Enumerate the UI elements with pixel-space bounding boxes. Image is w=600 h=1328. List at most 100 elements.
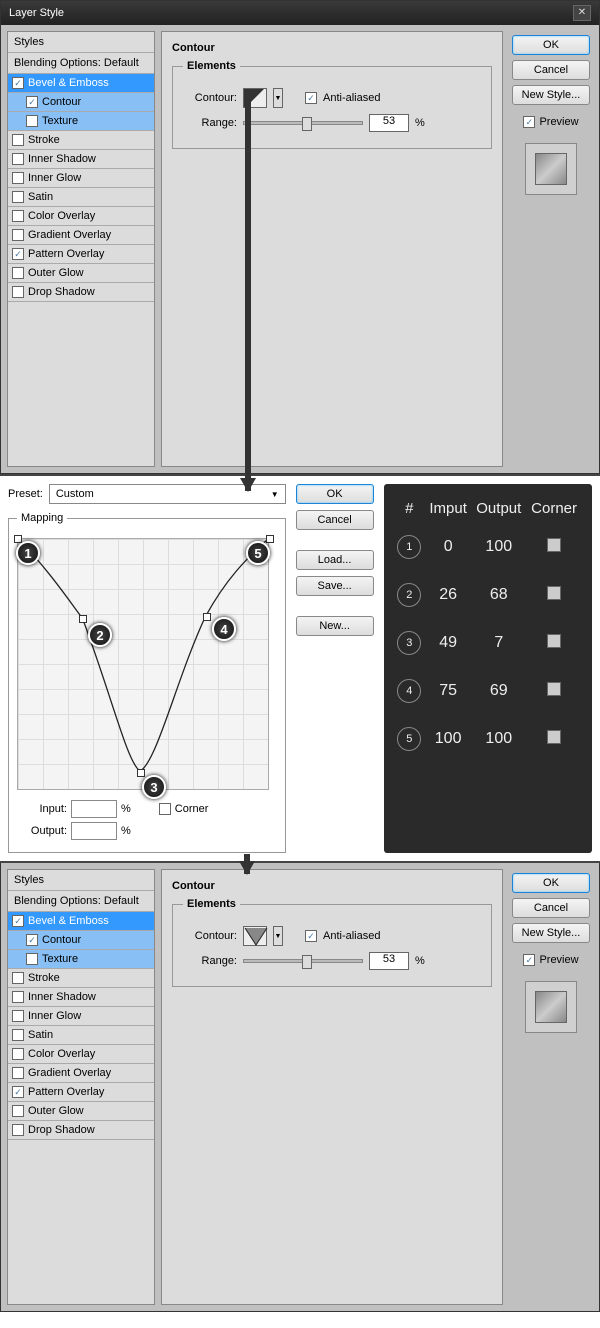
styles-header[interactable]: Styles	[8, 32, 154, 53]
style-pattern-overlay[interactable]: ✓Pattern Overlay	[8, 1083, 154, 1102]
layer-style-dialog-result: Styles Blending Options: Default ✓Bevel …	[0, 863, 600, 1312]
checkbox-icon[interactable]	[12, 267, 24, 279]
checkbox-icon[interactable]	[12, 1067, 24, 1079]
style-bevel-emboss[interactable]: ✓Bevel & Emboss	[8, 912, 154, 931]
checkbox-icon[interactable]: ✓	[26, 96, 38, 108]
style-contour[interactable]: ✓Contour	[8, 931, 154, 950]
contour-label: Contour:	[183, 92, 237, 104]
style-satin[interactable]: Satin	[8, 1026, 154, 1045]
mapping-fieldset: Mapping 1 2 3 4 5 Input: %	[8, 512, 286, 853]
style-stroke[interactable]: Stroke	[8, 131, 154, 150]
style-inner-shadow[interactable]: Inner Shadow	[8, 988, 154, 1007]
style-color-overlay[interactable]: Color Overlay	[8, 1045, 154, 1064]
range-input[interactable]: 53	[369, 114, 409, 132]
style-contour[interactable]: ✓Contour	[8, 93, 154, 112]
ok-button[interactable]: OK	[512, 35, 590, 55]
style-gradient-overlay[interactable]: Gradient Overlay	[8, 226, 154, 245]
style-stroke[interactable]: Stroke	[8, 969, 154, 988]
checkbox-icon[interactable]	[12, 1010, 24, 1022]
range-input[interactable]: 53	[369, 952, 409, 970]
checkbox-icon[interactable]	[12, 191, 24, 203]
style-inner-glow[interactable]: Inner Glow	[8, 1007, 154, 1026]
blending-options[interactable]: Blending Options: Default	[8, 53, 154, 74]
new-button[interactable]: New...	[296, 616, 374, 636]
style-inner-shadow[interactable]: Inner Shadow	[8, 150, 154, 169]
save-button[interactable]: Save...	[296, 576, 374, 596]
close-icon[interactable]: ✕	[573, 5, 591, 21]
chevron-down-icon[interactable]: ▼	[273, 88, 283, 108]
new-style-button[interactable]: New Style...	[512, 923, 590, 943]
style-drop-shadow[interactable]: Drop Shadow	[8, 1121, 154, 1140]
styles-header[interactable]: Styles	[8, 870, 154, 891]
checkbox-icon[interactable]	[12, 286, 24, 298]
output-field[interactable]	[71, 822, 117, 840]
corner-label: Corner	[175, 803, 209, 815]
checkbox-icon[interactable]	[12, 229, 24, 241]
checkbox-icon[interactable]: ✓	[26, 934, 38, 946]
curve-point[interactable]	[79, 615, 87, 623]
style-outer-glow[interactable]: Outer Glow	[8, 1102, 154, 1121]
blending-options[interactable]: Blending Options: Default	[8, 891, 154, 912]
checkbox-icon[interactable]	[12, 1124, 24, 1136]
curve-point[interactable]	[266, 535, 274, 543]
checkbox-icon[interactable]	[12, 1105, 24, 1117]
slider-thumb-icon[interactable]	[302, 117, 312, 131]
cancel-button[interactable]: Cancel	[512, 898, 590, 918]
load-button[interactable]: Load...	[296, 550, 374, 570]
checkbox-icon[interactable]: ✓	[12, 1086, 24, 1098]
new-style-button[interactable]: New Style...	[512, 85, 590, 105]
corner-checkbox[interactable]	[159, 803, 171, 815]
contour-preview[interactable]	[243, 926, 267, 946]
range-label: Range:	[183, 117, 237, 129]
style-texture[interactable]: Texture	[8, 950, 154, 969]
contour-section-title: Contour	[172, 42, 492, 54]
checkbox-icon[interactable]	[26, 953, 38, 965]
checkbox-icon[interactable]	[12, 972, 24, 984]
checkbox-icon[interactable]	[12, 991, 24, 1003]
checkbox-icon[interactable]: ✓	[12, 915, 24, 927]
curve-line	[18, 539, 268, 789]
preview-checkbox[interactable]: ✓	[523, 954, 535, 966]
checkbox-icon[interactable]: ✓	[12, 77, 24, 89]
curve-point[interactable]	[137, 769, 145, 777]
style-gradient-overlay[interactable]: Gradient Overlay	[8, 1064, 154, 1083]
checkbox-icon[interactable]	[12, 210, 24, 222]
style-texture[interactable]: Texture	[8, 112, 154, 131]
checkbox-icon[interactable]	[12, 134, 24, 146]
chevron-down-icon[interactable]: ▼	[273, 926, 283, 946]
elements-legend: Elements	[183, 60, 240, 72]
curve-point[interactable]	[203, 613, 211, 621]
cancel-button[interactable]: Cancel	[296, 510, 374, 530]
style-color-overlay[interactable]: Color Overlay	[8, 207, 154, 226]
mapping-graph[interactable]: 1 2 3 4 5	[17, 538, 269, 790]
style-pattern-overlay[interactable]: ✓Pattern Overlay	[8, 245, 154, 264]
ok-button[interactable]: OK	[512, 873, 590, 893]
cancel-button[interactable]: Cancel	[512, 60, 590, 80]
antialias-checkbox[interactable]: ✓	[305, 930, 317, 942]
checkbox-icon[interactable]: ✓	[12, 248, 24, 260]
style-outer-glow[interactable]: Outer Glow	[8, 264, 154, 283]
slider-thumb-icon[interactable]	[302, 955, 312, 969]
style-drop-shadow[interactable]: Drop Shadow	[8, 283, 154, 302]
range-label: Range:	[183, 955, 237, 967]
style-bevel-emboss[interactable]: ✓Bevel & Emboss	[8, 74, 154, 93]
corner-box-icon	[547, 682, 561, 696]
preview-checkbox[interactable]: ✓	[523, 116, 535, 128]
antialias-checkbox[interactable]: ✓	[305, 92, 317, 104]
checkbox-icon[interactable]	[12, 1029, 24, 1041]
checkbox-icon[interactable]	[12, 1048, 24, 1060]
antialias-label: Anti-aliased	[323, 930, 380, 942]
col-num: #	[394, 494, 425, 523]
pct-label: %	[415, 117, 425, 129]
ok-button[interactable]: OK	[296, 484, 374, 504]
checkbox-icon[interactable]	[26, 115, 38, 127]
preset-label: Preset:	[8, 488, 43, 500]
range-slider[interactable]	[243, 959, 363, 963]
checkbox-icon[interactable]	[12, 172, 24, 184]
checkbox-icon[interactable]	[12, 153, 24, 165]
style-inner-glow[interactable]: Inner Glow	[8, 169, 154, 188]
range-slider[interactable]	[243, 121, 363, 125]
input-field[interactable]	[71, 800, 117, 818]
style-satin[interactable]: Satin	[8, 188, 154, 207]
right-column: OK Cancel New Style... ✓Preview	[509, 869, 593, 1305]
